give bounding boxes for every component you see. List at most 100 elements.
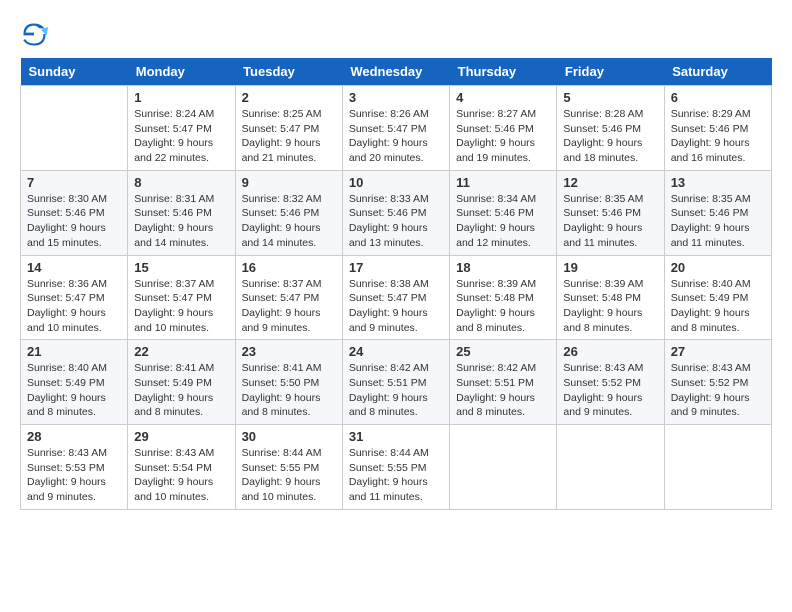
- day-number: 4: [456, 90, 550, 105]
- calendar-cell: [557, 425, 664, 510]
- calendar-cell: 25 Sunrise: 8:42 AM Sunset: 5:51 PM Dayli…: [450, 340, 557, 425]
- day-info: Sunrise: 8:39 AM Sunset: 5:48 PM Dayligh…: [563, 277, 657, 336]
- calendar-cell: 17 Sunrise: 8:38 AM Sunset: 5:47 PM Dayli…: [342, 255, 449, 340]
- calendar-cell: 27 Sunrise: 8:43 AM Sunset: 5:52 PM Dayli…: [664, 340, 771, 425]
- calendar-cell: 1 Sunrise: 8:24 AM Sunset: 5:47 PM Daylig…: [128, 86, 235, 171]
- calendar-cell: 20 Sunrise: 8:40 AM Sunset: 5:49 PM Dayli…: [664, 255, 771, 340]
- calendar-cell: 31 Sunrise: 8:44 AM Sunset: 5:55 PM Dayli…: [342, 425, 449, 510]
- day-info: Sunrise: 8:31 AM Sunset: 5:46 PM Dayligh…: [134, 192, 228, 251]
- day-number: 6: [671, 90, 765, 105]
- calendar-day-header: Tuesday: [235, 58, 342, 86]
- day-info: Sunrise: 8:27 AM Sunset: 5:46 PM Dayligh…: [456, 107, 550, 166]
- day-info: Sunrise: 8:34 AM Sunset: 5:46 PM Dayligh…: [456, 192, 550, 251]
- calendar-cell: 22 Sunrise: 8:41 AM Sunset: 5:49 PM Dayli…: [128, 340, 235, 425]
- day-info: Sunrise: 8:43 AM Sunset: 5:52 PM Dayligh…: [563, 361, 657, 420]
- day-info: Sunrise: 8:40 AM Sunset: 5:49 PM Dayligh…: [27, 361, 121, 420]
- calendar-cell: 15Sunrise: 8:37 AM Sunset: 5:47 PM Dayli…: [128, 255, 235, 340]
- calendar-day-header: Thursday: [450, 58, 557, 86]
- day-info: Sunrise: 8:39 AM Sunset: 5:48 PM Dayligh…: [456, 277, 550, 336]
- calendar-cell: [664, 425, 771, 510]
- day-number: 9: [242, 175, 336, 190]
- day-info: Sunrise: 8:24 AM Sunset: 5:47 PM Dayligh…: [134, 107, 228, 166]
- calendar-cell: 8 Sunrise: 8:31 AM Sunset: 5:46 PM Daylig…: [128, 170, 235, 255]
- calendar-cell: 23 Sunrise: 8:41 AM Sunset: 5:50 PM Dayli…: [235, 340, 342, 425]
- day-number: 25: [456, 344, 550, 359]
- calendar-week-row: 14 Sunrise: 8:36 AM Sunset: 5:47 PM Dayli…: [21, 255, 772, 340]
- calendar-cell: [450, 425, 557, 510]
- logo-icon: [20, 20, 48, 48]
- day-number: 17: [349, 260, 443, 275]
- page-header: [20, 20, 772, 48]
- day-info: Sunrise: 8:32 AM Sunset: 5:46 PM Dayligh…: [242, 192, 336, 251]
- day-info: Sunrise: 8:26 AM Sunset: 5:47 PM Dayligh…: [349, 107, 443, 166]
- calendar-week-row: 7Sunrise: 8:30 AM Sunset: 5:46 PM Daylig…: [21, 170, 772, 255]
- day-number: 21: [27, 344, 121, 359]
- day-info: Sunrise: 8:44 AM Sunset: 5:55 PM Dayligh…: [349, 446, 443, 505]
- day-info: Sunrise: 8:35 AM Sunset: 5:46 PM Dayligh…: [671, 192, 765, 251]
- calendar-cell: 12Sunrise: 8:35 AM Sunset: 5:46 PM Dayli…: [557, 170, 664, 255]
- calendar-table: SundayMondayTuesdayWednesdayThursdayFrid…: [20, 58, 772, 510]
- calendar-cell: 11 Sunrise: 8:34 AM Sunset: 5:46 PM Dayli…: [450, 170, 557, 255]
- day-info: Sunrise: 8:37 AM Sunset: 5:47 PM Dayligh…: [134, 277, 228, 336]
- day-info: Sunrise: 8:42 AM Sunset: 5:51 PM Dayligh…: [349, 361, 443, 420]
- day-info: Sunrise: 8:38 AM Sunset: 5:47 PM Dayligh…: [349, 277, 443, 336]
- calendar-day-header: Saturday: [664, 58, 771, 86]
- day-number: 14: [27, 260, 121, 275]
- day-number: 31: [349, 429, 443, 444]
- calendar-cell: 3 Sunrise: 8:26 AM Sunset: 5:47 PM Daylig…: [342, 86, 449, 171]
- calendar-cell: 18 Sunrise: 8:39 AM Sunset: 5:48 PM Dayli…: [450, 255, 557, 340]
- day-number: 16: [242, 260, 336, 275]
- day-number: 3: [349, 90, 443, 105]
- calendar-cell: 19Sunrise: 8:39 AM Sunset: 5:48 PM Dayli…: [557, 255, 664, 340]
- calendar-week-row: 28 Sunrise: 8:43 AM Sunset: 5:53 PM Dayli…: [21, 425, 772, 510]
- calendar-cell: 14 Sunrise: 8:36 AM Sunset: 5:47 PM Dayli…: [21, 255, 128, 340]
- day-info: Sunrise: 8:25 AM Sunset: 5:47 PM Dayligh…: [242, 107, 336, 166]
- day-number: 24: [349, 344, 443, 359]
- day-number: 13: [671, 175, 765, 190]
- day-info: Sunrise: 8:43 AM Sunset: 5:53 PM Dayligh…: [27, 446, 121, 505]
- day-number: 2: [242, 90, 336, 105]
- calendar-cell: 24 Sunrise: 8:42 AM Sunset: 5:51 PM Dayli…: [342, 340, 449, 425]
- day-number: 1: [134, 90, 228, 105]
- day-info: Sunrise: 8:43 AM Sunset: 5:54 PM Dayligh…: [134, 446, 228, 505]
- day-info: Sunrise: 8:42 AM Sunset: 5:51 PM Dayligh…: [456, 361, 550, 420]
- day-number: 23: [242, 344, 336, 359]
- day-info: Sunrise: 8:41 AM Sunset: 5:50 PM Dayligh…: [242, 361, 336, 420]
- calendar-cell: 10Sunrise: 8:33 AM Sunset: 5:46 PM Dayli…: [342, 170, 449, 255]
- day-number: 26: [563, 344, 657, 359]
- calendar-day-header: Monday: [128, 58, 235, 86]
- calendar-cell: 21 Sunrise: 8:40 AM Sunset: 5:49 PM Dayli…: [21, 340, 128, 425]
- day-info: Sunrise: 8:41 AM Sunset: 5:49 PM Dayligh…: [134, 361, 228, 420]
- logo: [20, 20, 52, 48]
- calendar-cell: 9 Sunrise: 8:32 AM Sunset: 5:46 PM Daylig…: [235, 170, 342, 255]
- day-info: Sunrise: 8:29 AM Sunset: 5:46 PM Dayligh…: [671, 107, 765, 166]
- day-number: 20: [671, 260, 765, 275]
- day-info: Sunrise: 8:36 AM Sunset: 5:47 PM Dayligh…: [27, 277, 121, 336]
- calendar-cell: 16 Sunrise: 8:37 AM Sunset: 5:47 PM Dayli…: [235, 255, 342, 340]
- day-number: 5: [563, 90, 657, 105]
- day-info: Sunrise: 8:40 AM Sunset: 5:49 PM Dayligh…: [671, 277, 765, 336]
- calendar-day-header: Sunday: [21, 58, 128, 86]
- day-number: 30: [242, 429, 336, 444]
- calendar-cell: 6 Sunrise: 8:29 AM Sunset: 5:46 PM Daylig…: [664, 86, 771, 171]
- day-number: 11: [456, 175, 550, 190]
- calendar-cell: 4 Sunrise: 8:27 AM Sunset: 5:46 PM Daylig…: [450, 86, 557, 171]
- day-info: Sunrise: 8:44 AM Sunset: 5:55 PM Dayligh…: [242, 446, 336, 505]
- day-info: Sunrise: 8:37 AM Sunset: 5:47 PM Dayligh…: [242, 277, 336, 336]
- day-info: Sunrise: 8:28 AM Sunset: 5:46 PM Dayligh…: [563, 107, 657, 166]
- day-number: 22: [134, 344, 228, 359]
- calendar-cell: 13 Sunrise: 8:35 AM Sunset: 5:46 PM Dayli…: [664, 170, 771, 255]
- day-number: 8: [134, 175, 228, 190]
- day-info: Sunrise: 8:35 AM Sunset: 5:46 PM Dayligh…: [563, 192, 657, 251]
- calendar-cell: 26 Sunrise: 8:43 AM Sunset: 5:52 PM Dayli…: [557, 340, 664, 425]
- day-info: Sunrise: 8:30 AM Sunset: 5:46 PM Dayligh…: [27, 192, 121, 251]
- calendar-cell: 29 Sunrise: 8:43 AM Sunset: 5:54 PM Dayli…: [128, 425, 235, 510]
- calendar-cell: 28 Sunrise: 8:43 AM Sunset: 5:53 PM Dayli…: [21, 425, 128, 510]
- calendar-cell: 30 Sunrise: 8:44 AM Sunset: 5:55 PM Dayli…: [235, 425, 342, 510]
- day-number: 29: [134, 429, 228, 444]
- day-number: 18: [456, 260, 550, 275]
- day-info: Sunrise: 8:43 AM Sunset: 5:52 PM Dayligh…: [671, 361, 765, 420]
- day-number: 28: [27, 429, 121, 444]
- calendar-cell: 5 Sunrise: 8:28 AM Sunset: 5:46 PM Daylig…: [557, 86, 664, 171]
- day-number: 27: [671, 344, 765, 359]
